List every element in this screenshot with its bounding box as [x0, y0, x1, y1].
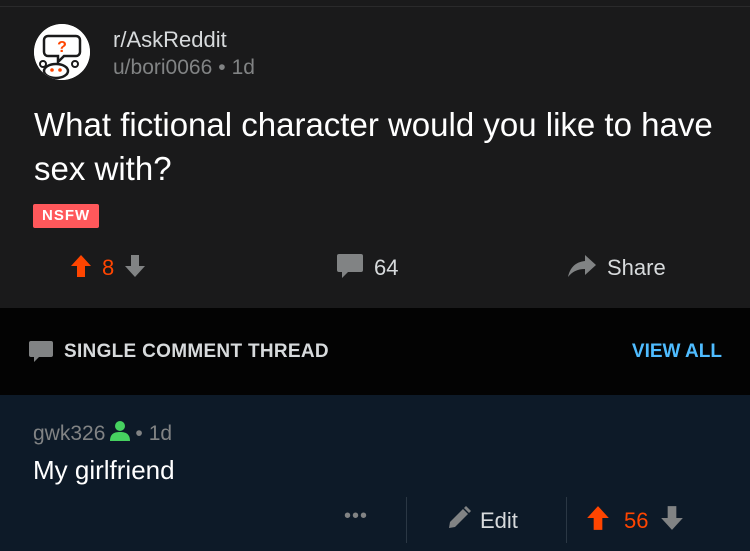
comment-bubble-icon	[336, 253, 364, 284]
pencil-icon	[446, 505, 472, 536]
comment-count: 64	[374, 255, 399, 280]
comment-vote-bar: 56	[586, 505, 684, 536]
post-score: 8	[102, 255, 115, 280]
post-age: 1d	[231, 56, 255, 79]
comments-button[interactable]: 64	[336, 252, 398, 284]
edit-label: Edit	[480, 507, 518, 533]
share-label: Share	[607, 255, 666, 280]
post-author[interactable]: u/bori0066	[113, 56, 212, 79]
post-vote-bar: 8	[70, 252, 146, 284]
divider	[0, 6, 750, 7]
svg-text:?: ?	[57, 39, 67, 56]
upvote-icon[interactable]	[70, 254, 92, 283]
nsfw-badge: NSFW	[33, 204, 100, 228]
comment-bubble-icon	[28, 340, 54, 369]
subreddit-name[interactable]: r/AskReddit	[113, 27, 227, 53]
comment-body: My girlfriend	[33, 455, 175, 485]
subreddit-avatar-icon[interactable]: ?	[34, 24, 90, 80]
comment-actions: ••• Edit 56	[0, 497, 750, 543]
comment-age: 1d	[148, 422, 173, 445]
meta-separator: •	[218, 56, 226, 79]
divider	[406, 497, 407, 543]
thread-label: SINGLE COMMENT THREAD	[64, 341, 329, 362]
edit-button[interactable]: Edit	[446, 505, 518, 536]
share-arrow-icon	[567, 254, 597, 283]
share-button[interactable]: Share	[567, 252, 666, 284]
divider	[566, 497, 567, 543]
view-all-link[interactable]: VIEW ALL	[632, 341, 722, 363]
comment-score: 56	[624, 507, 649, 533]
downvote-icon[interactable]	[124, 254, 146, 283]
post-title[interactable]: What fictional character would you like …	[34, 103, 724, 191]
post-meta: u/bori0066 • 1d	[113, 56, 255, 80]
meta-separator: •	[135, 422, 143, 445]
comment-meta: gwk326 • 1d	[33, 420, 172, 448]
more-options-icon[interactable]: •••	[344, 505, 368, 528]
op-user-icon	[109, 420, 131, 448]
comment-author[interactable]: gwk326	[33, 422, 105, 446]
upvote-icon[interactable]	[586, 505, 610, 536]
downvote-icon[interactable]	[660, 505, 684, 536]
